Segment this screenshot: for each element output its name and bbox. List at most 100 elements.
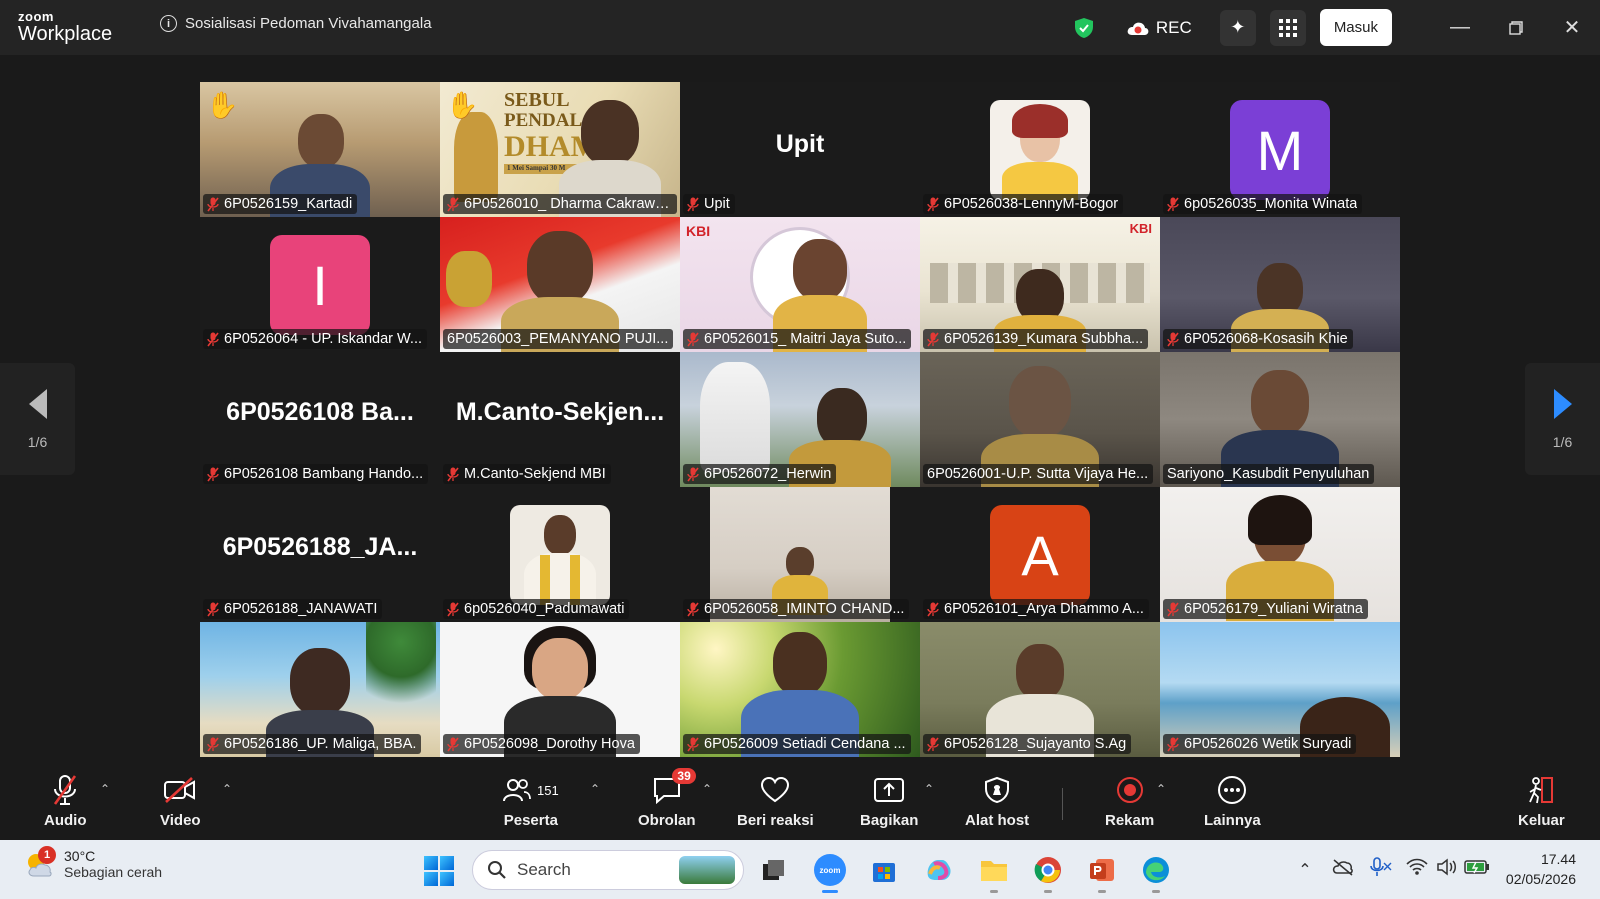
participant-name-tag: Upit — [683, 194, 735, 214]
taskbar-copilot-app[interactable] — [921, 852, 957, 888]
video-tile[interactable]: SEBUL PENDAL DHAM 1 Mei Sampai 30 M ✋ 6P… — [440, 82, 680, 217]
participant-name-tag: 6P0526179_Yuliani Wiratna — [1163, 599, 1368, 619]
video-button[interactable]: Video — [160, 774, 201, 829]
wifi-icon[interactable] — [1402, 858, 1432, 881]
video-tile[interactable]: 6P0526003_PEMANYANO PUJI... — [440, 217, 680, 352]
reactions-button[interactable]: Beri reaksi — [737, 774, 814, 829]
next-page-button[interactable]: 1/6 — [1525, 363, 1600, 475]
windows-logo-icon — [424, 856, 438, 870]
record-options-chevron-icon[interactable]: ⌃ — [1156, 782, 1166, 796]
participant-name-tag: 6P0526026 Wetik Suryadi — [1163, 734, 1357, 754]
weather-widget[interactable]: 1 30°C Sebagian cerah — [24, 846, 162, 880]
info-icon[interactable]: i — [160, 15, 177, 32]
meeting-toolbar: Audio ⌃ Video ⌃ 151 Peserta ⌃ 39 Obrolan… — [0, 768, 1600, 839]
chat-options-chevron-icon[interactable]: ⌃ — [702, 782, 712, 796]
battery-charging-icon[interactable] — [1462, 859, 1492, 880]
mic-muted-icon — [687, 467, 699, 481]
clock[interactable]: 17.44 02/05/2026 — [1506, 850, 1576, 889]
video-tile[interactable]: 6P0526068-Kosasih Khie — [1160, 217, 1400, 352]
search-placeholder: Search — [517, 860, 571, 879]
audio-options-chevron-icon[interactable]: ⌃ — [100, 782, 110, 796]
video-tile[interactable]: 6p0526040_Padumawati — [440, 487, 680, 622]
participant-name-tag: 6P0526139_Kumara Subbha... — [923, 329, 1149, 349]
onedrive-off-icon[interactable] — [1328, 858, 1358, 881]
video-tile[interactable]: 6P0526186_UP. Maliga, BBA. — [200, 622, 440, 757]
copilot-icon — [927, 860, 951, 880]
meeting-info[interactable]: i Sosialisasi Pedoman Vivahamangala — [160, 15, 432, 32]
taskbar-store-app[interactable] — [866, 852, 902, 888]
video-tile[interactable]: 6P0526038-LennyM-Bogor — [920, 82, 1160, 217]
page-indicator-left: 1/6 — [27, 434, 48, 450]
host-shield-icon — [985, 776, 1010, 804]
video-options-chevron-icon[interactable]: ⌃ — [222, 782, 232, 796]
recording-indicator[interactable]: REC — [1126, 18, 1192, 38]
video-tile[interactable]: ✋ 6P0526159_Kartadi — [200, 82, 440, 217]
video-tile[interactable]: A 6P0526101_Arya Dhammo A... — [920, 487, 1160, 622]
taskbar-search[interactable]: Search — [472, 850, 744, 890]
video-tile[interactable]: M.Canto-Sekjen... M.Canto-Sekjend MBI — [440, 352, 680, 487]
participants-button[interactable]: 151 Peserta — [503, 774, 559, 829]
task-view-icon — [763, 860, 784, 880]
ai-companion-button[interactable]: ✦ — [1219, 9, 1256, 46]
restore-button[interactable] — [1488, 0, 1544, 55]
video-tile[interactable]: KBI 6P0526015_ Maitri Jaya Suto... — [680, 217, 920, 352]
video-tile[interactable]: 6P0526072_Herwin — [680, 352, 920, 487]
start-button[interactable] — [424, 856, 454, 886]
video-tile[interactable]: I 6P0526064 - UP. Iskandar W... — [200, 217, 440, 352]
participant-name-tag: 6P0526009 Setiadi Cendana ... — [683, 734, 911, 754]
video-tile[interactable]: 6P0526128_Sujayanto S.Ag — [920, 622, 1160, 757]
video-tile[interactable]: 6P0526108 Ba... 6P0526108 Bambang Hando.… — [200, 352, 440, 487]
previous-page-button[interactable]: 1/6 — [0, 363, 75, 475]
share-screen-icon — [874, 778, 905, 802]
taskbar-chrome[interactable] — [1030, 852, 1066, 893]
search-highlight-image — [679, 856, 735, 884]
restore-icon — [1509, 20, 1523, 35]
video-tile[interactable]: 6P0526058_IMINTO CHAND... — [680, 487, 920, 622]
participant-name-tag: M.Canto-Sekjend MBI — [443, 464, 611, 484]
participant-display-name: 6P0526188_JA... — [222, 533, 418, 561]
share-button[interactable]: Bagikan — [860, 774, 918, 829]
close-button[interactable]: ✕ — [1544, 0, 1600, 55]
video-tile[interactable]: 6P0526188_JA... 6P0526188_JANAWATI — [200, 487, 440, 622]
more-button[interactable]: Lainnya — [1204, 774, 1261, 829]
audio-button[interactable]: Audio — [44, 774, 87, 829]
participants-label: Peserta — [503, 812, 558, 829]
chat-button[interactable]: 39 Obrolan — [638, 768, 696, 829]
minimize-button[interactable]: — — [1432, 0, 1488, 55]
video-tile[interactable]: 6P0526026 Wetik Suryadi — [1160, 622, 1400, 757]
taskbar-file-explorer[interactable] — [976, 852, 1012, 893]
encryption-shield-icon[interactable] — [1074, 17, 1094, 39]
participant-name: 6P0526139_Kumara Subbha... — [944, 331, 1144, 347]
share-options-chevron-icon[interactable]: ⌃ — [924, 782, 934, 796]
participant-name-tag: 6P0526010_ Dharma Cakrawala — [443, 194, 677, 214]
participant-name: 6P0526128_Sujayanto S.Ag — [944, 736, 1127, 752]
record-button[interactable]: Rekam — [1105, 774, 1154, 829]
sign-in-button[interactable]: Masuk — [1319, 9, 1392, 46]
taskbar-powerpoint[interactable] — [1084, 852, 1120, 893]
video-tile[interactable]: Upit Upit — [680, 82, 920, 217]
participant-name: 6P0526058_IMINTO CHAND... — [704, 601, 905, 617]
video-tile-active-speaker[interactable]: Sariyono_Kasubdit Penyuluhan — [1160, 352, 1400, 487]
show-hidden-icons-chevron-icon[interactable]: ⌃ — [1290, 860, 1320, 880]
video-tile[interactable]: 6P0526179_Yuliani Wiratna — [1160, 487, 1400, 622]
microphone-in-use-icon[interactable] — [1366, 857, 1396, 882]
task-view-button[interactable] — [756, 852, 792, 888]
video-tile[interactable]: KBI 6P0526139_Kumara Subbha... — [920, 217, 1160, 352]
leave-door-icon — [1529, 777, 1554, 804]
participants-options-chevron-icon[interactable]: ⌃ — [590, 782, 600, 796]
host-tools-button[interactable]: Alat host — [965, 774, 1029, 829]
system-tray: ⌃ 17.44 02/05/2026 — [1290, 840, 1600, 899]
profile-photo — [510, 505, 610, 605]
video-tile[interactable]: 6P0526001-U.P. Sutta Vijaya He... — [920, 352, 1160, 487]
video-tile[interactable]: M 6p0526035_Monita Winata — [1160, 82, 1400, 217]
mic-muted-icon — [447, 602, 459, 616]
taskbar-zoom-app[interactable]: zoom — [812, 852, 848, 893]
taskbar-edge[interactable] — [1138, 852, 1174, 893]
volume-icon[interactable] — [1432, 858, 1462, 881]
video-tile[interactable]: 6P0526098_Dorothy Hova — [440, 622, 680, 757]
leave-button[interactable]: Keluar — [1518, 774, 1565, 829]
participant-name: 6P0526159_Kartadi — [224, 196, 353, 212]
apps-button[interactable] — [1269, 9, 1306, 46]
video-tile[interactable]: 6P0526009 Setiadi Cendana ... — [680, 622, 920, 757]
windows-taskbar: 1 30°C Sebagian cerah Search zoom ⌃ 17.4… — [0, 840, 1600, 899]
